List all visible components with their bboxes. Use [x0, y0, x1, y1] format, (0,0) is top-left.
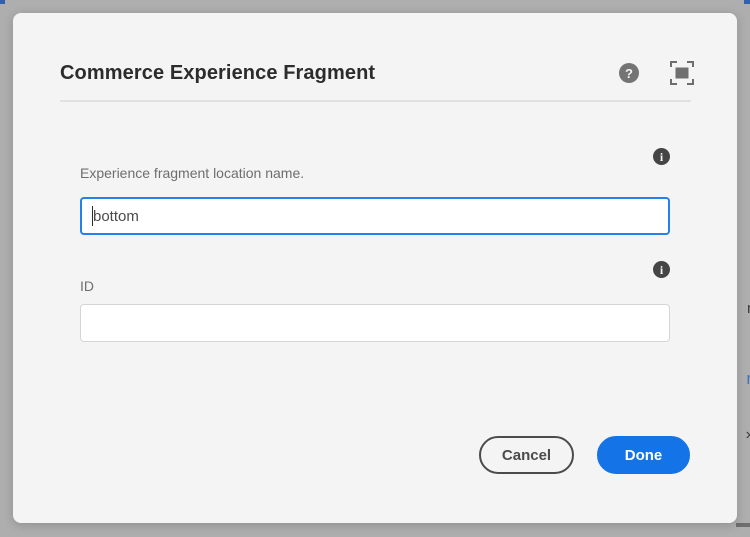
- dialog-title: Commerce Experience Fragment: [60, 62, 375, 85]
- dialog-header: Commerce Experience Fragment ?: [60, 58, 695, 88]
- id-label: ID: [80, 278, 670, 295]
- done-button[interactable]: Done: [597, 436, 690, 474]
- background-rule-fragment: [0, 0, 5, 4]
- field-location-name: i Experience fragment location name.: [80, 148, 670, 235]
- info-icon[interactable]: i: [653, 261, 670, 278]
- dialog-form: i Experience fragment location name. i I…: [80, 148, 670, 342]
- dialog-button-row: Cancel Done: [13, 436, 690, 474]
- fullscreen-icon[interactable]: [669, 60, 695, 86]
- id-input[interactable]: [80, 304, 670, 342]
- location-name-input[interactable]: [80, 197, 670, 235]
- info-icon[interactable]: i: [653, 148, 670, 165]
- info-row: i: [80, 261, 670, 278]
- screen: { "dialog": { "title": "Commerce Experie…: [0, 0, 750, 537]
- input-wrap: [80, 304, 670, 342]
- info-row: i: [80, 148, 670, 165]
- background-divider-fragment: [736, 523, 750, 527]
- help-icon[interactable]: ?: [619, 63, 639, 83]
- background-link-fragment: r: [746, 370, 750, 387]
- background-rule-fragment: [744, 0, 750, 4]
- header-icons: ?: [619, 60, 695, 86]
- background-chevron-fragment: ›: [746, 427, 750, 443]
- header-divider: [60, 100, 691, 102]
- field-id: i ID: [80, 261, 670, 342]
- commerce-experience-fragment-dialog: Commerce Experience Fragment ? i Experie…: [13, 13, 737, 523]
- input-wrap: [80, 197, 670, 235]
- location-name-label: Experience fragment location name.: [80, 165, 670, 182]
- text-caret: [92, 206, 93, 226]
- cancel-button[interactable]: Cancel: [479, 436, 574, 474]
